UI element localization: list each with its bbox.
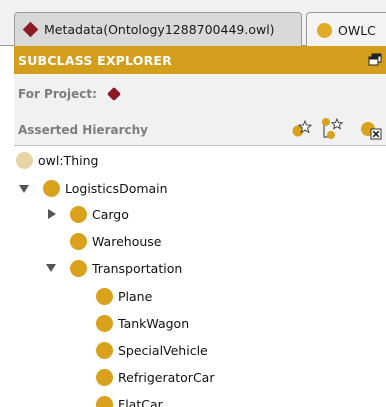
- tree-node-owl-thing[interactable]: owl:Thing: [16, 149, 98, 171]
- expand-arrow-icon[interactable]: [48, 209, 56, 219]
- tab-label: OWLC: [338, 22, 376, 38]
- tab-bar: Metadata(Ontology1288700449.owl) OWLC: [0, 0, 386, 47]
- delete-class-icon[interactable]: [359, 116, 383, 142]
- class-icon: [70, 205, 87, 223]
- tree-node-cargo[interactable]: Cargo: [70, 203, 129, 225]
- thing-class-icon: [16, 151, 33, 169]
- protege-window: Metadata(Ontology1288700449.owl) OWLC SU…: [0, 0, 386, 407]
- tree-node-logisticsdomain[interactable]: LogisticsDomain: [43, 177, 168, 199]
- tree-node-label: owl:Thing: [38, 152, 99, 168]
- tab-label: Metadata(Ontology1288700449.owl): [44, 22, 275, 37]
- class-icon: [96, 287, 113, 305]
- for-project-label: For Project:: [18, 87, 97, 101]
- add-subclass-icon[interactable]: [290, 116, 314, 142]
- class-icon: [70, 232, 87, 250]
- class-icon: [96, 368, 113, 386]
- hierarchy-header: Asserted Hierarchy: [14, 114, 386, 146]
- panel-title: SUBCLASS EXPLORER: [18, 52, 172, 68]
- class-icon: [96, 341, 113, 359]
- tree-node-label: SpecialVehicle: [118, 342, 208, 358]
- tree-node-label: LogisticsDomain: [65, 180, 168, 196]
- asserted-hierarchy-label: Asserted Hierarchy: [18, 123, 148, 137]
- tree-node-label: RefrigeratorCar: [118, 369, 215, 385]
- class-icon: [96, 395, 113, 407]
- tree-node-label: Plane: [118, 288, 153, 304]
- window-restore-icon[interactable]: [368, 53, 382, 66]
- tree-node-tankwagon[interactable]: TankWagon: [96, 312, 189, 334]
- tab-metadata[interactable]: Metadata(Ontology1288700449.owl): [14, 12, 302, 46]
- class-dot-icon: [317, 22, 332, 38]
- tree-node-specialvehicle[interactable]: SpecialVehicle: [96, 339, 208, 361]
- ontology-diamond-icon: [22, 21, 39, 38]
- collapse-arrow-icon[interactable]: [46, 264, 56, 272]
- class-icon: [70, 259, 87, 277]
- tree-node-label: Transportation: [92, 260, 183, 276]
- class-icon: [96, 314, 113, 332]
- tree-node-plane[interactable]: Plane: [96, 285, 152, 307]
- tree-node-label: FlatCar: [118, 396, 163, 407]
- project-diamond-icon: [106, 86, 121, 102]
- collapse-arrow-icon[interactable]: [19, 185, 29, 193]
- tree-node-label: TankWagon: [118, 315, 190, 331]
- tree-node-label: Warehouse: [92, 233, 162, 249]
- for-project-row: For Project:: [14, 74, 386, 114]
- tab-owl-classes[interactable]: OWLC: [306, 12, 386, 47]
- tree-node-refrigeratorcar[interactable]: RefrigeratorCar: [96, 366, 214, 388]
- tree-node-flatcar[interactable]: FlatCar: [96, 393, 163, 407]
- add-sibling-icon[interactable]: [320, 116, 344, 142]
- subclass-explorer-header: SUBCLASS EXPLORER: [14, 46, 386, 74]
- tree-node-transportation[interactable]: Transportation: [70, 257, 182, 279]
- tree-node-warehouse[interactable]: Warehouse: [70, 230, 161, 252]
- class-tree[interactable]: owl:Thing LogisticsDomain Cargo Warehous…: [14, 147, 386, 407]
- tree-node-label: Cargo: [92, 206, 129, 222]
- class-icon: [43, 179, 60, 197]
